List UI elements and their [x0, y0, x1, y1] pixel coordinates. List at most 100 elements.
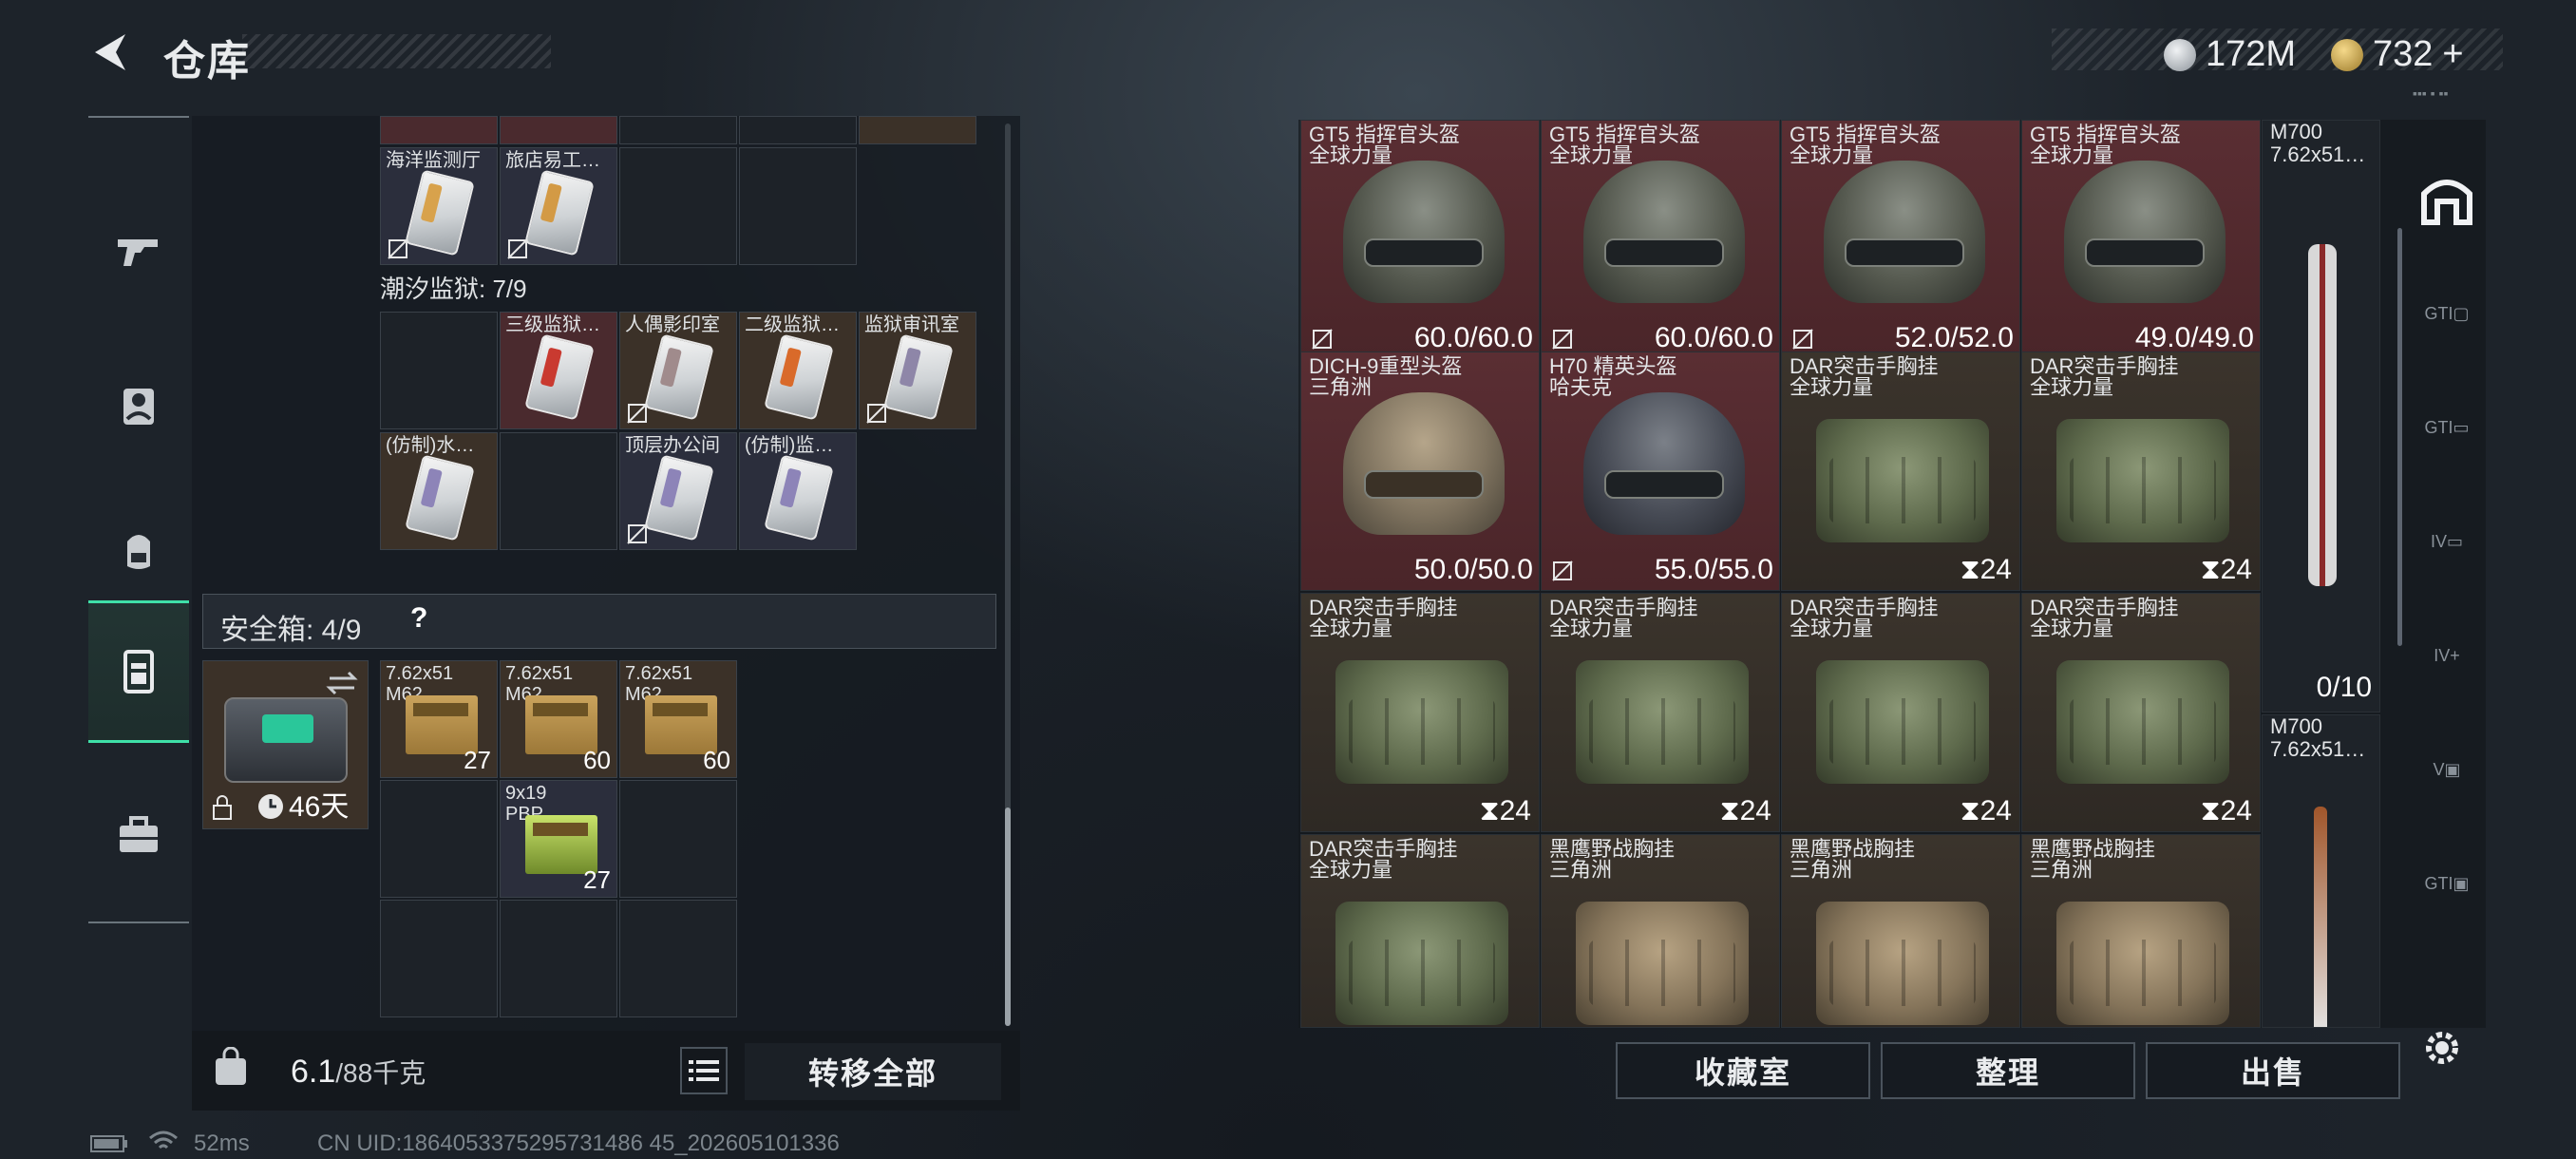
stash-item[interactable]: 黑鹰野战胸挂 三角洲 [2021, 834, 2261, 1028]
capacity: ⧗24 [1960, 795, 2012, 826]
stash-item[interactable]: 黑鹰野战胸挂 三角洲 [1781, 834, 2020, 1028]
stash-item[interactable]: DAR突击手胸挂 全球力量 ⧗24 [2021, 352, 2261, 591]
collection-room-button[interactable]: 收藏室 [1616, 1042, 1870, 1099]
empty-slot[interactable] [739, 147, 857, 265]
ammo-slot[interactable]: 7.62x51 M62 60 [619, 660, 737, 778]
key-label: 三级监狱… [505, 314, 600, 335]
key-slot[interactable]: (仿制)监… [739, 432, 857, 550]
empty-slot[interactable] [380, 780, 498, 898]
partial-slot[interactable] [859, 116, 976, 144]
empty-slot[interactable] [619, 147, 737, 265]
stash-item[interactable]: GT5 指挥官头盔 全球力量 60.0/60.0 [1300, 120, 1540, 359]
empty-slot[interactable] [380, 312, 498, 429]
tab-gti-armor[interactable]: GTI▢ [2409, 256, 2485, 370]
empty-slot[interactable] [500, 900, 617, 1017]
rifle-slot[interactable]: M700 7.62x51… [2262, 714, 2380, 1028]
helmet-image [1343, 392, 1505, 535]
filter-tabs: GTI▢ GTI▭ IV▭ IV+ V▣ GTI▣ [2409, 142, 2485, 998]
stash-item[interactable]: GT5 指挥官头盔 全球力量 49.0/49.0 [2021, 120, 2261, 359]
safebox-container[interactable]: 46天 [202, 660, 369, 829]
silver-currency[interactable]: 172M [2164, 34, 2296, 75]
sidebar-item-briefcase[interactable] [88, 764, 189, 906]
sidebar-item-character[interactable] [88, 332, 189, 474]
item-faction: 三角洲 [1549, 858, 1613, 882]
item-faction: 全球力量 [1309, 617, 1393, 640]
sidebar-item-chest-rig[interactable] [88, 600, 189, 743]
key-slot[interactable]: 海洋监测厅 [380, 147, 498, 265]
stash-item[interactable]: GT5 指挥官头盔 全球力量 52.0/52.0 [1781, 120, 2020, 359]
key-slot[interactable]: 旅店易工… [500, 147, 617, 265]
stash-item[interactable]: H70 精英头盔 哈夫克 55.0/55.0 [1541, 352, 1780, 591]
right-scrollbar[interactable] [2397, 228, 2402, 646]
key-slot[interactable]: 监狱审讯室 [859, 312, 976, 429]
sort-button[interactable]: 整理 [1881, 1042, 2135, 1099]
item-faction: 全球力量 [1790, 143, 1874, 167]
character-icon [123, 389, 154, 425]
silver-amount: 172M [2206, 34, 2297, 74]
ammo-slot[interactable]: 7.62x51 M62 27 [380, 660, 498, 778]
no-insure-icon [507, 238, 528, 259]
ammo-slot[interactable]: 9x19 PBP 27 [500, 780, 617, 898]
durability: 55.0/55.0 [1654, 554, 1773, 585]
empty-slot[interactable] [619, 900, 737, 1017]
home-icon [2421, 180, 2472, 225]
stash-item[interactable]: DAR突击手胸挂 全球力量 ⧗24 [1300, 593, 1540, 832]
stash-item[interactable]: DAR突击手胸挂 全球力量 ⧗24 [1781, 593, 2020, 832]
ammo-slot[interactable]: 7.62x51 M62 60 [500, 660, 617, 778]
chest-rig-image [2056, 660, 2229, 784]
weight-icon [216, 1047, 246, 1085]
stash-item[interactable]: DAR突击手胸挂 全球力量 [1300, 834, 1540, 1028]
list-view-button[interactable] [680, 1047, 728, 1094]
stash-item[interactable]: 黑鹰野战胸挂 三角洲 [1541, 834, 1780, 1028]
swap-icon[interactable] [326, 669, 358, 697]
keycard-image [764, 454, 834, 542]
sidebar-item-weapons[interactable] [88, 180, 189, 322]
title-decoration [242, 34, 551, 68]
partial-slot[interactable] [739, 116, 857, 144]
key-slot[interactable]: 三级监狱… [500, 312, 617, 429]
keycard-image [405, 169, 475, 256]
key-label: 人偶影印室 [625, 314, 720, 335]
key-slot[interactable]: 二级监狱… [739, 312, 857, 429]
empty-slot[interactable] [380, 900, 498, 1017]
partial-slot[interactable] [619, 116, 737, 144]
tab-gti-rig[interactable]: GTI▭ [2409, 370, 2485, 484]
no-insure-icon [627, 523, 648, 544]
gold-currency[interactable]: 732 + [2331, 34, 2464, 75]
no-insure-icon [388, 238, 408, 259]
back-icon[interactable] [87, 28, 135, 76]
no-insure-icon [627, 403, 648, 424]
key-label: 顶层办公间 [625, 435, 720, 456]
durability: 49.0/49.0 [2134, 322, 2254, 353]
key-slot[interactable]: 顶层办公间 [619, 432, 737, 550]
stash-item[interactable]: DAR突击手胸挂 全球力量 ⧗24 [1541, 593, 1780, 832]
lock-icon [213, 795, 232, 820]
empty-slot[interactable] [619, 780, 737, 898]
transfer-all-button[interactable]: 转移全部 [745, 1043, 1001, 1100]
stash-item[interactable]: DAR突击手胸挂 全球力量 ⧗24 [2021, 593, 2261, 832]
tab-iv-rig[interactable]: IV▭ [2409, 484, 2485, 598]
no-insure-icon [1552, 329, 1573, 350]
key-slot[interactable]: 人偶影印室 [619, 312, 737, 429]
rifle-slot[interactable]: M700 7.62x51… 0/10 [2262, 120, 2380, 712]
helmet-image [1583, 392, 1745, 535]
left-scrollbar-thumb[interactable] [1005, 808, 1011, 1026]
partial-slot[interactable] [380, 116, 498, 144]
tab-v[interactable]: V▣ [2409, 712, 2485, 826]
plus-icon[interactable]: + [2442, 34, 2463, 75]
keycard-image [644, 333, 714, 421]
sell-button[interactable]: 出售 [2146, 1042, 2400, 1099]
keycard-image [644, 454, 714, 542]
tab-gti-box[interactable]: GTI▣ [2409, 826, 2485, 940]
stash-item[interactable]: DICH-9重型头盔 三角洲 50.0/50.0 [1300, 352, 1540, 591]
tab-all[interactable] [2409, 142, 2485, 256]
empty-slot[interactable] [500, 432, 617, 550]
prison-section-title: 潮汐监狱: 7/9 [380, 275, 527, 303]
tab-iv-plus[interactable]: IV+ [2409, 598, 2485, 712]
stash-item[interactable]: GT5 指挥官头盔 全球力量 60.0/60.0 [1541, 120, 1780, 359]
partial-slot[interactable] [500, 116, 617, 144]
settings-gear-icon[interactable] [2420, 1026, 2464, 1070]
help-icon[interactable]: ? [410, 602, 427, 635]
key-slot[interactable]: (仿制)水… [380, 432, 498, 550]
stash-item[interactable]: DAR突击手胸挂 全球力量 ⧗24 [1781, 352, 2020, 591]
